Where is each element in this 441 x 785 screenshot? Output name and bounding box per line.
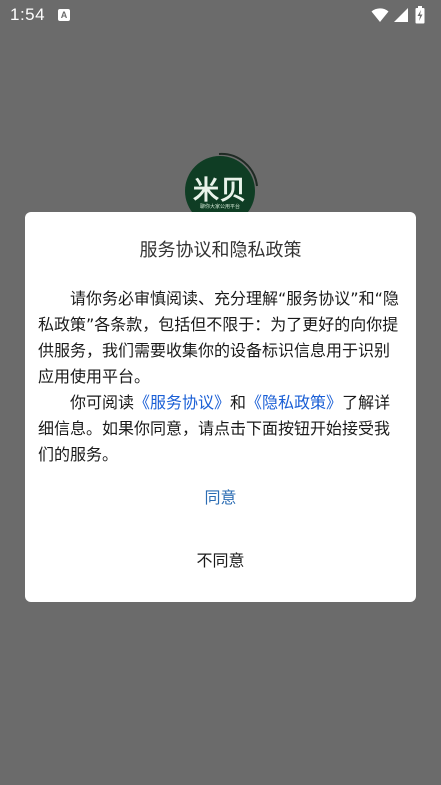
dialog-paragraph-2: 你可阅读《服务协议》和《隐私政策》了解详细信息。如果你同意，请点击下面按钮开始接… [38,390,403,468]
dialog-paragraph-1: 请你务必审慎阅读、充分理解“服务协议”和“隐私政策”各条款，包括但不限于：为了更… [38,289,399,386]
privacy-dialog: 服务协议和隐私政策 请你务必审慎阅读、充分理解“服务协议”和“隐私政策”各条款，… [25,212,416,602]
agree-button[interactable]: 同意 [25,480,416,516]
signal-icon [394,8,408,22]
and-text: 和 [230,393,247,412]
status-time: 1:54 [10,5,46,24]
status-icons [371,6,431,24]
paragraph-2-prefix: 你可阅读 [70,393,135,412]
privacy-policy-link[interactable]: 《隐私政策》 [246,393,342,412]
dialog-title: 服务协议和隐私政策 [139,240,302,261]
service-agreement-link[interactable]: 《服务协议》 [134,393,230,412]
disagree-button[interactable]: 不同意 [25,543,416,579]
dialog-body: 请你务必审慎阅读、充分理解“服务协议”和“隐私政策”各条款，包括但不限于：为了更… [38,286,403,468]
status-bar: 1:54 A [0,0,441,32]
wifi-icon [371,8,389,22]
battery-charging-icon [415,6,425,24]
logo-subtext: 聊你大家公用平台 [199,204,240,210]
notification-a-icon: A [58,9,70,21]
logo-text: 米贝 [192,176,247,206]
